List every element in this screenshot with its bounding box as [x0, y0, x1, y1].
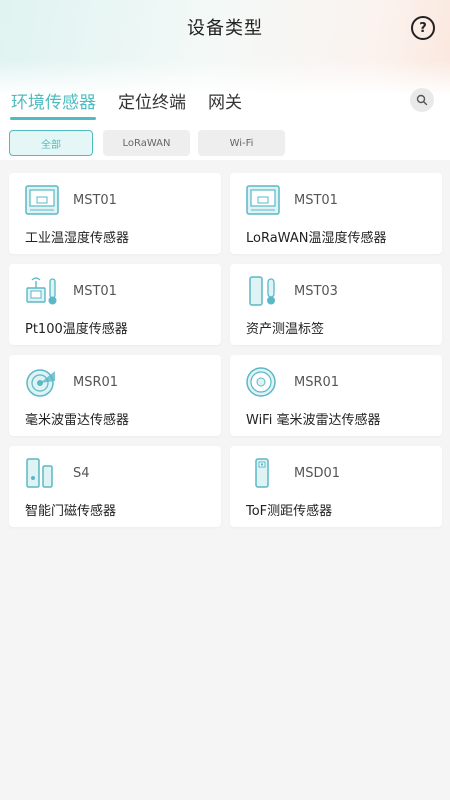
device-model: MSR01 [294, 375, 340, 390]
device-model: MST03 [294, 284, 338, 299]
device-name: LoRaWAN温湿度传感器 [246, 231, 387, 246]
device-card[interactable]: MSR01 WiFi 毫米波雷达传感器 [230, 355, 442, 436]
device-name: 资产测温标签 [246, 322, 325, 337]
device-name: 工业温湿度传感器 [25, 231, 130, 246]
active-tab-indicator [10, 117, 96, 120]
device-name: WiFi 毫米波雷达传感器 [246, 413, 381, 428]
pt100-probe-icon [26, 277, 57, 305]
panel-sensor-icon [25, 185, 59, 215]
device-card[interactable]: MSD01 ToF测距传感器 [230, 446, 442, 527]
device-card[interactable]: MSR01 毫米波雷达传感器 [9, 355, 221, 436]
tof-sensor-icon [255, 458, 269, 488]
device-card[interactable]: MST01 Pt100温度传感器 [9, 264, 221, 345]
filter-all-chip[interactable]: 全部 [9, 130, 93, 156]
device-name: 毫米波雷达传感器 [25, 413, 130, 428]
device-name: ToF测距传感器 [246, 504, 333, 519]
device-name: 智能门磁传感器 [25, 504, 117, 519]
device-card[interactable]: MST01 工业温湿度传感器 [9, 173, 221, 254]
radar-icon [26, 369, 55, 397]
device-name: Pt100温度传感器 [25, 322, 128, 337]
tab-positioning-terminal[interactable]: 定位终端 [118, 88, 186, 113]
search-icon [416, 94, 428, 106]
tab-gateway[interactable]: 网关 [208, 88, 242, 113]
filter-lorawan-chip[interactable]: LoRaWAN [103, 130, 190, 156]
device-card[interactable]: MST03 资产测温标签 [230, 264, 442, 345]
page-title: 设备类型 [187, 18, 263, 39]
panel-sensor-icon [246, 185, 280, 215]
device-model: MST01 [73, 284, 117, 299]
tab-environment-sensor[interactable]: 环境传感器 [11, 88, 96, 113]
device-model: MSD01 [294, 466, 341, 481]
filter-wifi-chip[interactable]: Wi-Fi [198, 130, 285, 156]
device-model: S4 [73, 466, 90, 481]
round-radar-icon [246, 367, 276, 397]
door-magnet-icon [26, 458, 53, 488]
device-card[interactable]: MST01 LoRaWAN温湿度传感器 [230, 173, 442, 254]
device-model: MST01 [294, 193, 338, 208]
help-icon[interactable]: ? [411, 16, 435, 40]
device-model: MST01 [73, 193, 117, 208]
device-card[interactable]: S4 智能门磁传感器 [9, 446, 221, 527]
search-button[interactable] [410, 88, 434, 112]
category-tabs: 环境传感器 定位终端 网关 [0, 88, 450, 118]
device-model: MSR01 [73, 375, 119, 390]
asset-tag-icon [249, 276, 275, 306]
